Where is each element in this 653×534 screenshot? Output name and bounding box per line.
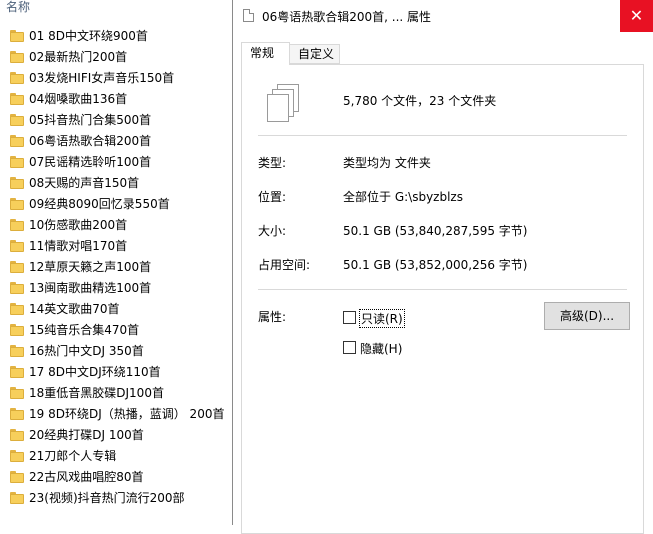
document-icon [243,9,254,22]
folder-icon [10,240,24,252]
folder-icon [10,177,24,189]
list-item[interactable]: 16热门中文DJ 350首 [0,341,240,362]
folder-icon [10,492,24,504]
folder-icon [10,72,24,84]
folder-icon [10,408,24,420]
attributes-label: 属性: [258,310,287,324]
folder-icon [10,345,24,357]
location-value: 全部位于 G:\sbyzblzs [343,190,463,204]
list-item[interactable]: 10伤感歌曲200首 [0,215,240,236]
disk-size-value: 50.1 GB (53,852,000,256 字节) [343,258,528,272]
column-header-name[interactable]: 名称 [6,0,30,14]
list-item[interactable]: 06粤语热歌合辑200首 [0,131,240,152]
selection-summary: 5,780 个文件，23 个文件夹 [343,94,497,108]
folder-icon [10,366,24,378]
dialog-titlebar[interactable]: 06粤语热歌合辑200首, ... 属性 ✕ [233,0,653,32]
folder-icon [10,93,24,105]
readonly-checkbox[interactable] [343,311,356,324]
list-item[interactable]: 20经典打碟DJ 100首 [0,425,240,446]
list-item[interactable]: 04烟嗓歌曲136首 [0,89,240,110]
properties-dialog: 06粤语热歌合辑200首, ... 属性 ✕ 常规 自定义 5,780 个文件，… [232,0,653,534]
advanced-button[interactable]: 高级(D)... [544,302,630,330]
hidden-label[interactable]: 隐藏(H) [360,340,402,357]
folder-name: 08天赐的声音150首 [29,176,140,190]
list-item[interactable]: 22古风戏曲唱腔80首 [0,467,240,488]
folder-icon [10,450,24,462]
folder-name: 07民谣精选聆听100首 [29,155,152,169]
size-label: 大小: [258,224,287,238]
folder-icon [10,156,24,168]
folder-icon [10,261,24,273]
size-value: 50.1 GB (53,840,287,595 字节) [343,224,528,238]
folder-name: 13闽南歌曲精选100首 [29,281,152,295]
folder-icon [10,471,24,483]
folder-name: 11情歌对唱170首 [29,239,128,253]
folder-icon [10,324,24,336]
folder-icon [10,135,24,147]
folder-name: 04烟嗓歌曲136首 [29,92,128,106]
folder-icon [10,114,24,126]
folder-icon [10,30,24,42]
close-icon: ✕ [629,6,644,25]
file-list: 01 8D中文环绕900首 02最新热门200首 03发烧HIFI女声音乐150首 0… [0,26,240,509]
list-item[interactable]: 17 8D中文DJ环绕110首 [0,362,240,383]
folder-name: 15纯音乐合集470首 [29,323,140,337]
explorer-file-list-pane: 名称 01 8D中文环绕900首 02最新热门200首 03发烧HIFI女声音乐15… [0,0,240,525]
divider [258,135,627,136]
folder-icon [10,429,24,441]
folder-name: 12草原天籁之声100首 [29,260,152,274]
list-item[interactable]: 15纯音乐合集470首 [0,320,240,341]
folder-name: 06粤语热歌合辑200首 [29,134,152,148]
list-item[interactable]: 13闽南歌曲精选100首 [0,278,240,299]
folder-name: 23(视频)抖音热门流行200部 [29,491,185,505]
list-item[interactable]: 09经典8090回忆录550首 [0,194,240,215]
folder-name: 03发烧HIFI女声音乐150首 [29,71,175,85]
folder-name: 19 8D环绕DJ（热播，蓝调） 200首 [29,407,225,421]
folder-name: 17 8D中文DJ环绕110首 [29,365,161,379]
list-item[interactable]: 01 8D中文环绕900首 [0,26,240,47]
list-item[interactable]: 14英文歌曲70首 [0,299,240,320]
list-item[interactable]: 07民谣精选聆听100首 [0,152,240,173]
folder-icon [10,51,24,63]
folder-name: 21刀郎个人专辑 [29,449,117,463]
list-item[interactable]: 23(视频)抖音热门流行200部 [0,488,240,509]
folder-icon [10,303,24,315]
close-button[interactable]: ✕ [620,0,653,32]
list-item[interactable]: 12草原天籁之声100首 [0,257,240,278]
dialog-title: 06粤语热歌合辑200首, ... 属性 [262,10,432,24]
folder-icon [10,219,24,231]
folder-name: 20经典打碟DJ 100首 [29,428,144,442]
general-tab-panel: 5,780 个文件，23 个文件夹 类型: 类型均为 文件夹 位置: 全部位于 … [241,64,644,534]
location-label: 位置: [258,190,287,204]
list-item[interactable]: 08天赐的声音150首 [0,173,240,194]
list-item[interactable]: 03发烧HIFI女声音乐150首 [0,68,240,89]
folder-name: 22古风戏曲唱腔80首 [29,470,144,484]
folder-icon [10,387,24,399]
list-item[interactable]: 02最新热门200首 [0,47,240,68]
type-value: 类型均为 文件夹 [343,156,431,170]
hidden-checkbox[interactable] [343,341,356,354]
folder-name: 16热门中文DJ 350首 [29,344,144,358]
disk-size-label: 占用空间: [258,258,311,272]
list-item[interactable]: 21刀郎个人专辑 [0,446,240,467]
list-item[interactable]: 11情歌对唱170首 [0,236,240,257]
folder-name: 10伤感歌曲200首 [29,218,128,232]
folder-name: 14英文歌曲70首 [29,302,120,316]
readonly-label[interactable]: 只读(R) [359,309,405,328]
tab-general[interactable]: 常规 [241,42,290,65]
folder-name: 09经典8090回忆录550首 [29,197,170,211]
list-item[interactable]: 19 8D环绕DJ（热播，蓝调） 200首 [0,404,240,425]
list-item[interactable]: 05抖音热门合集500首 [0,110,240,131]
type-label: 类型: [258,156,287,170]
multiple-files-icon [267,84,301,124]
folder-icon [10,198,24,210]
divider [258,289,627,290]
folder-icon [10,282,24,294]
tab-custom[interactable]: 自定义 [290,44,340,64]
folder-name: 01 8D中文环绕900首 [29,29,148,43]
list-item[interactable]: 18重低音黑胶碟DJ100首 [0,383,240,404]
folder-name: 18重低音黑胶碟DJ100首 [29,386,164,400]
folder-name: 02最新热门200首 [29,50,128,64]
folder-name: 05抖音热门合集500首 [29,113,152,127]
